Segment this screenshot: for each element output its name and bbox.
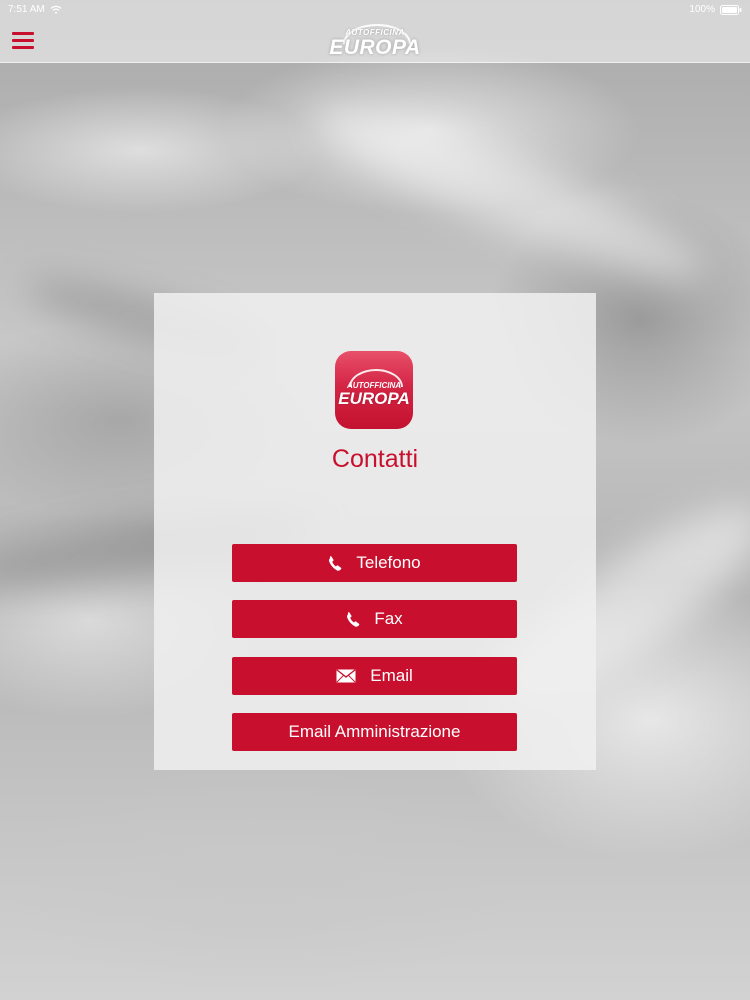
- app-logo-big-text: EUROPA: [338, 389, 410, 408]
- envelope-icon: [336, 669, 356, 683]
- status-bar: 7:51 AM 100%: [0, 0, 750, 20]
- phone-icon: [328, 555, 342, 571]
- page-title: Contatti: [331, 445, 419, 473]
- phone-icon: [346, 611, 360, 627]
- header-logo: AUTOFFICINA EUROPA: [325, 22, 425, 60]
- phone-button[interactable]: Telefono: [232, 544, 517, 582]
- status-left: 7:51 AM: [8, 4, 62, 15]
- battery-icon: [720, 4, 742, 15]
- contacts-card: AUTOFFICINA EUROPA Contatti Telefono Fax…: [154, 293, 596, 770]
- fax-button[interactable]: Fax: [232, 600, 517, 638]
- status-right: 100%: [689, 4, 742, 15]
- wifi-icon: [50, 5, 62, 14]
- app-logo-icon: AUTOFFICINA EUROPA: [335, 351, 413, 429]
- email-admin-button[interactable]: Email Amministrazione: [232, 713, 517, 751]
- header-logo-big-text: EUROPA: [329, 36, 421, 59]
- battery-percent: 100%: [689, 4, 715, 15]
- email-admin-button-label: Email Amministrazione: [288, 722, 461, 741]
- status-time: 7:51 AM: [8, 4, 45, 15]
- email-button-label: Email: [370, 666, 413, 685]
- hamburger-menu-icon[interactable]: [10, 30, 38, 52]
- email-button[interactable]: Email: [232, 657, 517, 695]
- phone-button-label: Telefono: [356, 553, 421, 572]
- fax-button-label: Fax: [374, 609, 403, 628]
